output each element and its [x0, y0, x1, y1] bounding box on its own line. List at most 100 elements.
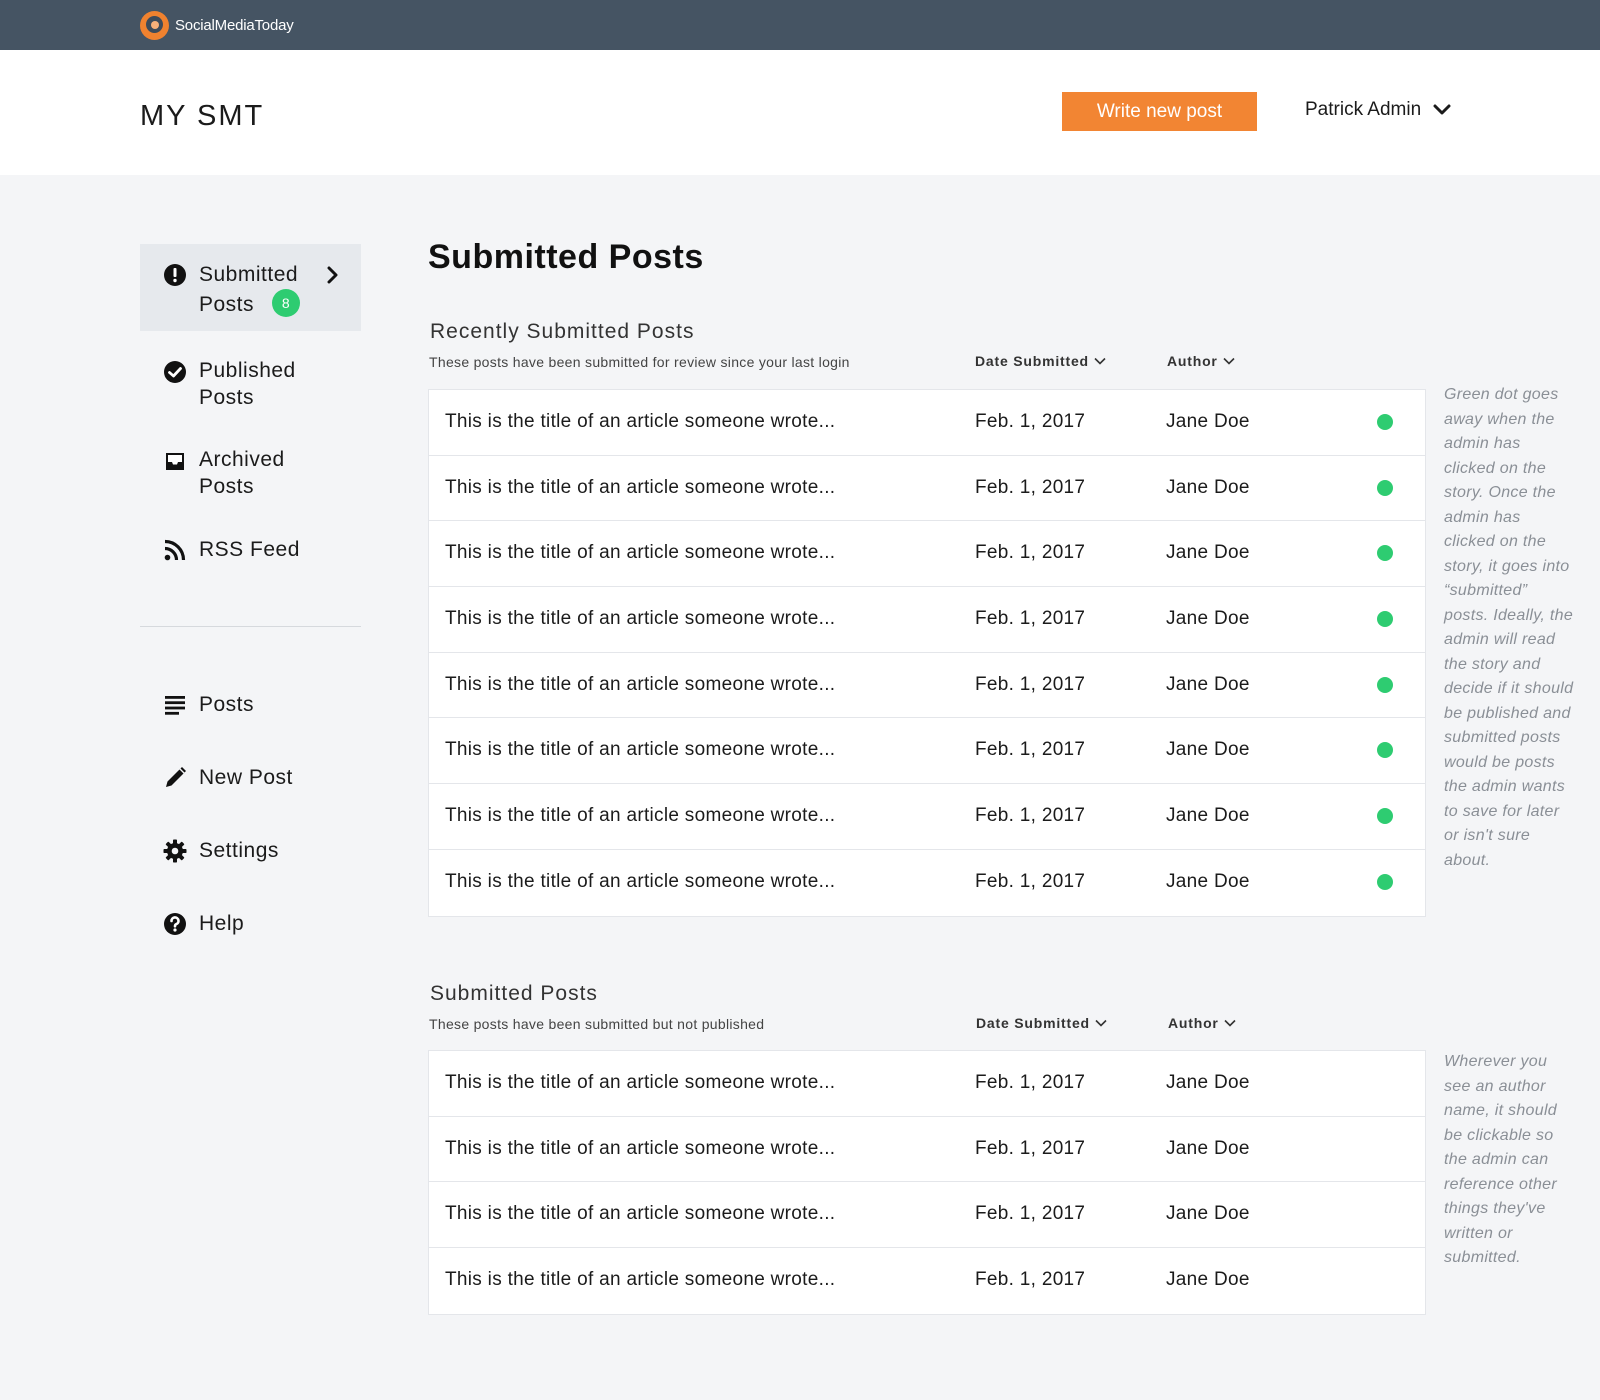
post-title[interactable]: This is the title of an article someone …	[445, 674, 835, 696]
author-link[interactable]: Jane Doe	[1166, 1269, 1250, 1291]
label-line: Posts	[199, 293, 255, 316]
author-link[interactable]: Jane Doe	[1166, 674, 1250, 696]
author-link[interactable]: Jane Doe	[1166, 871, 1250, 893]
sort-date-submitted[interactable]: Date Submitted	[975, 353, 1106, 369]
label-line: Posts	[199, 386, 255, 409]
sort-author[interactable]: Author	[1168, 1015, 1236, 1031]
chevron-right-icon	[327, 266, 338, 284]
label-line: Posts	[199, 475, 255, 498]
date-submitted: Feb. 1, 2017	[975, 870, 1086, 892]
sidebar-item-label: Published Posts	[199, 357, 296, 411]
count-badge: 8	[272, 289, 301, 318]
user-name: Patrick Admin	[1305, 99, 1422, 120]
submitted-section-subtitle: These posts have been submitted but not …	[429, 1016, 765, 1032]
author-link[interactable]: Jane Doe	[1166, 1203, 1250, 1225]
column-header-label: Author	[1167, 353, 1218, 369]
sidebar-item-label: Settings	[199, 839, 279, 862]
date-submitted: Feb. 1, 2017	[975, 1203, 1086, 1225]
sidebar-item-label: Archived Posts	[199, 446, 285, 500]
top-bar: SocialMediaToday	[0, 0, 1600, 50]
post-title[interactable]: This is the title of an article someone …	[445, 805, 835, 827]
date-submitted: Feb. 1, 2017	[975, 542, 1086, 564]
pencil-icon	[166, 767, 186, 787]
author-link[interactable]: Jane Doe	[1166, 542, 1250, 564]
gear-icon	[163, 839, 187, 863]
unread-dot	[1377, 479, 1393, 496]
post-title[interactable]: This is the title of an article someone …	[445, 1072, 835, 1094]
post-title[interactable]: This is the title of an article someone …	[445, 411, 835, 433]
sort-date-submitted[interactable]: Date Submitted	[976, 1015, 1107, 1031]
recent-section-title: Recently Submitted Posts	[430, 320, 695, 343]
check-circle-icon	[164, 361, 186, 383]
sidebar-item-label: Submitted Posts 8	[199, 261, 301, 319]
table-row[interactable]: This is the title of an article someone …	[429, 850, 1425, 916]
post-title[interactable]: This is the title of an article someone …	[445, 542, 835, 564]
sort-author[interactable]: Author	[1167, 353, 1235, 369]
date-submitted: Feb. 1, 2017	[975, 608, 1086, 630]
date-submitted: Feb. 1, 2017	[975, 739, 1086, 761]
unread-dot	[1377, 676, 1393, 693]
table-row[interactable]: This is the title of an article someone …	[429, 718, 1425, 785]
brand-name: SocialMediaToday	[175, 16, 294, 34]
list-icon	[165, 696, 185, 715]
date-submitted: Feb. 1, 2017	[975, 476, 1086, 498]
sidebar-item-label: Help	[199, 912, 245, 935]
post-title[interactable]: This is the title of an article someone …	[445, 871, 835, 893]
column-header-label: Date Submitted	[975, 353, 1089, 369]
write-new-post-button[interactable]: Write new post	[1062, 92, 1257, 131]
table-row[interactable]: This is the title of an article someone …	[429, 1117, 1425, 1183]
author-link[interactable]: Jane Doe	[1166, 1138, 1250, 1160]
date-submitted: Feb. 1, 2017	[975, 1072, 1086, 1093]
post-title[interactable]: This is the title of an article someone …	[445, 1203, 835, 1225]
label-line: Published	[199, 359, 296, 382]
author-link[interactable]: Jane Doe	[1166, 608, 1250, 630]
unread-dot	[1377, 611, 1393, 628]
author-link[interactable]: Jane Doe	[1166, 477, 1250, 499]
annotation-note: Green dot goes away when the admin has c…	[1444, 386, 1574, 869]
post-title[interactable]: This is the title of an article someone …	[445, 739, 835, 761]
table-row[interactable]: This is the title of an article someone …	[429, 1182, 1425, 1249]
table-row[interactable]: This is the title of an article someone …	[429, 1248, 1425, 1314]
author-link[interactable]: Jane Doe	[1166, 805, 1250, 827]
sidebar-item-submitted-posts[interactable]: Submitted Posts 8	[140, 244, 361, 331]
date-submitted: Feb. 1, 2017	[975, 805, 1086, 827]
column-header-label: Date Submitted	[976, 1015, 1090, 1031]
unread-dot	[1377, 742, 1393, 759]
table-row[interactable]: This is the title of an article someone …	[429, 587, 1425, 653]
table-row[interactable]: This is the title of an article someone …	[429, 653, 1425, 719]
post-title[interactable]: This is the title of an article someone …	[445, 477, 835, 499]
label-line: Archived	[199, 448, 285, 471]
post-title[interactable]: This is the title of an article someone …	[445, 608, 835, 630]
author-link[interactable]: Jane Doe	[1166, 411, 1250, 433]
author-link[interactable]: Jane Doe	[1166, 1072, 1250, 1094]
unread-dot	[1377, 545, 1393, 562]
table-row[interactable]: This is the title of an article someone …	[429, 390, 1425, 456]
date-submitted: Feb. 1, 2017	[975, 411, 1086, 432]
sidebar-item-label: New Post	[199, 766, 293, 789]
chevron-down-icon	[1223, 357, 1235, 365]
label-line: Submitted	[199, 263, 299, 286]
table-row[interactable]: This is the title of an article someone …	[429, 1051, 1425, 1117]
table-row[interactable]: This is the title of an article someone …	[429, 456, 1425, 522]
annotation-note: Wherever you see an author name, it shou…	[1444, 1053, 1558, 1266]
post-title[interactable]: This is the title of an article someone …	[445, 1269, 835, 1291]
brand[interactable]: SocialMediaToday	[140, 10, 294, 40]
sidebar-item-label: Posts	[199, 693, 255, 716]
date-submitted: Feb. 1, 2017	[975, 1137, 1086, 1159]
chevron-down-icon	[1095, 1019, 1107, 1027]
column-header-label: Author	[1168, 1015, 1219, 1031]
chevron-down-icon	[1094, 357, 1106, 365]
author-link[interactable]: Jane Doe	[1166, 739, 1250, 761]
inbox-icon	[166, 453, 184, 470]
submitted-posts-table: This is the title of an article someone …	[428, 1050, 1426, 1315]
table-row[interactable]: This is the title of an article someone …	[429, 784, 1425, 850]
page-brand-title: MY SMT	[140, 100, 265, 132]
question-circle-icon	[164, 913, 186, 935]
user-menu[interactable]: Patrick Admin	[1305, 99, 1451, 121]
unread-dot	[1377, 873, 1393, 890]
submitted-section-title: Submitted Posts	[430, 982, 598, 1005]
post-title[interactable]: This is the title of an article someone …	[445, 1138, 835, 1160]
sidebar-item-label: RSS Feed	[199, 538, 300, 561]
table-row[interactable]: This is the title of an article someone …	[429, 521, 1425, 588]
recent-posts-table: This is the title of an article someone …	[428, 389, 1426, 917]
